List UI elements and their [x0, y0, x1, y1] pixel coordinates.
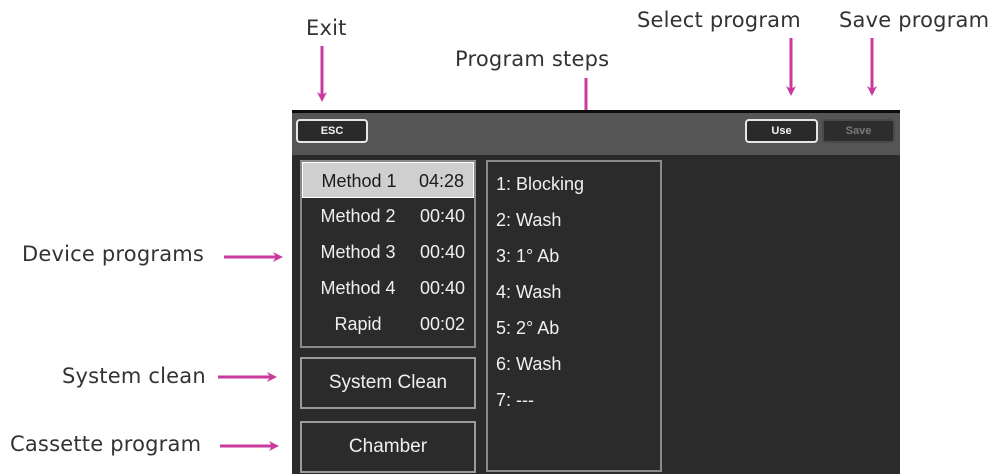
- step-item: 7: ---: [496, 390, 534, 410]
- callout-select-program: Select program: [637, 8, 801, 32]
- program-name: Method 4: [320, 278, 396, 298]
- step-item: 3: 1° Ab: [496, 246, 560, 266]
- program-time: 00:40: [419, 206, 465, 226]
- step-item: 5: 2° Ab: [496, 318, 560, 338]
- program-time: 00:40: [419, 278, 465, 298]
- callout-device-programs: Device programs: [22, 242, 205, 266]
- callout-cassette-program: Cassette program: [10, 432, 202, 456]
- callout-save-program: Save program: [839, 8, 990, 32]
- program-name: Method 1: [321, 171, 397, 191]
- program-time: 00:40: [419, 242, 465, 262]
- program-name: Method 3: [320, 242, 396, 262]
- system-clean-button[interactable]: System Clean: [300, 357, 476, 409]
- save-button[interactable]: Save: [822, 119, 895, 143]
- esc-button[interactable]: ESC: [296, 119, 368, 143]
- callout-system-clean: System clean: [62, 364, 206, 388]
- device-screen: ESC Use Save Method 1 04:28 Method 2 00:…: [292, 110, 900, 474]
- chamber-button[interactable]: Chamber: [300, 421, 476, 473]
- program-steps-list: 1: Blocking 2: Wash 3: 1° Ab 4: Wash 5: …: [486, 160, 662, 472]
- use-button[interactable]: Use: [745, 119, 818, 143]
- callout-exit: Exit: [306, 16, 347, 40]
- callout-program-steps: Program steps: [455, 47, 610, 71]
- device-programs-list: Method 1 04:28 Method 2 00:40 Method 3 0…: [300, 160, 476, 348]
- program-item-method-3[interactable]: Method 3 00:40: [302, 234, 474, 270]
- toolbar: ESC Use Save: [292, 113, 900, 155]
- program-time: 00:02: [419, 314, 465, 334]
- program-item-rapid[interactable]: Rapid 00:02: [302, 306, 474, 342]
- program-name: Rapid: [334, 314, 382, 334]
- program-item-method-2[interactable]: Method 2 00:40: [302, 198, 474, 234]
- program-item-method-1[interactable]: Method 1 04:28: [302, 162, 474, 198]
- step-item: 4: Wash: [496, 282, 562, 302]
- step-item: 1: Blocking: [496, 174, 585, 194]
- program-name: Method 2: [320, 206, 396, 226]
- step-item: 2: Wash: [496, 210, 562, 230]
- program-time: 04:28: [418, 171, 464, 191]
- step-item: 6: Wash: [496, 354, 562, 374]
- program-item-method-4[interactable]: Method 4 00:40: [302, 270, 474, 306]
